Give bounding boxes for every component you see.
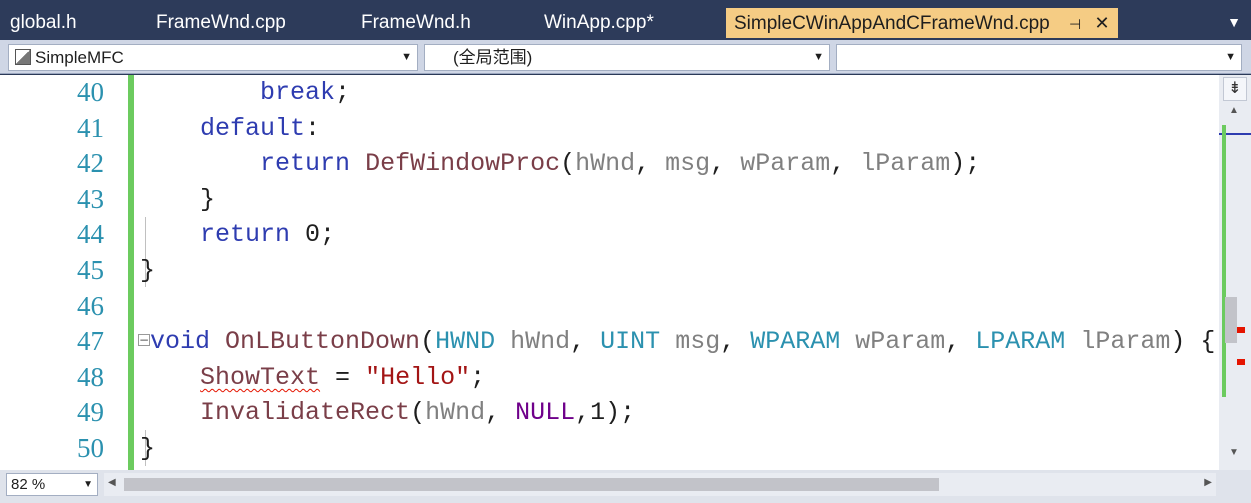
project-dropdown[interactable]: SimpleMFC ▼	[8, 44, 418, 71]
line-number: 48	[77, 361, 104, 392]
member-dropdown[interactable]: ▼	[836, 44, 1242, 71]
tab-label: SimpleCWinAppAndCFrameWnd.cpp	[734, 13, 1050, 34]
vertical-scrollbar[interactable]: ⇟ ▲ ▼	[1219, 75, 1251, 470]
line-number: 50	[77, 433, 104, 463]
tab-label: FrameWnd.cpp	[156, 12, 286, 33]
editor-bottom-bar: 82 % ▼ ◀ ▶	[0, 470, 1251, 503]
close-icon[interactable]: ✕	[1095, 8, 1110, 38]
pin-icon[interactable]: ⊣	[1069, 9, 1081, 39]
line-number: 46	[77, 290, 104, 321]
collapse-icon[interactable]: −	[138, 334, 150, 347]
tab-winapp-cpp[interactable]: WinApp.cpp*	[544, 8, 654, 38]
project-name: SimpleMFC	[35, 48, 124, 67]
tab-global-h[interactable]: global.h	[10, 8, 77, 38]
code-line-41: default:	[200, 113, 321, 143]
document-tab-strip: global.h FrameWnd.cpp FrameWnd.h WinApp.…	[0, 0, 1251, 40]
scrollbar-corner	[1219, 470, 1251, 503]
tab-label: WinApp.cpp*	[544, 12, 654, 33]
horizontal-scrollbar[interactable]: ◀ ▶	[104, 473, 1216, 496]
code-editor[interactable]: 40 41 42 43 44 45 46 47 48 49 50 break; …	[0, 75, 1219, 470]
error-marker	[1237, 327, 1245, 333]
scroll-thumb[interactable]	[1225, 297, 1237, 343]
line-number: 44	[77, 219, 104, 250]
navigation-bar: SimpleMFC ▼ (全局范围) ▼ ▼	[0, 40, 1251, 74]
code-line-44: return 0;	[200, 220, 336, 250]
chevron-down-icon: ▼	[813, 51, 824, 63]
selection-margin[interactable]	[0, 75, 32, 470]
line-number: 47	[77, 326, 104, 357]
error-marker	[1237, 359, 1245, 365]
scope-dropdown[interactable]: (全局范围) ▼	[424, 44, 830, 71]
line-number: 42	[77, 148, 104, 179]
chevron-down-icon: ▼	[401, 51, 412, 63]
chevron-down-icon: ▼	[1225, 51, 1236, 63]
code-line-50: }	[140, 434, 156, 463]
class-icon	[15, 49, 31, 65]
tab-label: FrameWnd.h	[361, 12, 471, 33]
code-area[interactable]: break; default: return DefWindowProc(hWn…	[138, 75, 1220, 470]
code-line-42: return DefWindowProc(hWnd, msg, wParam, …	[260, 149, 981, 179]
code-line-49: InvalidateRect(hWnd, NULL,1);	[200, 398, 636, 428]
chevron-down-icon: ▼	[83, 479, 93, 490]
scroll-right-icon[interactable]: ▶	[1204, 477, 1212, 488]
scope-name: (全局范围)	[453, 48, 533, 67]
code-line-48: ShowText = "Hello";	[200, 362, 486, 392]
tab-label: global.h	[10, 12, 77, 33]
line-number: 41	[77, 112, 104, 143]
zoom-dropdown[interactable]: 82 % ▼	[6, 473, 98, 496]
tab-simplecwinappandcframewnd-cpp[interactable]: SimpleCWinAppAndCFrameWnd.cpp ⊣ ✕	[726, 8, 1118, 38]
zoom-level: 82 %	[11, 476, 46, 493]
line-numbers: 40 41 42 43 44 45 46 47 48 49 50	[32, 75, 106, 470]
scroll-up-icon[interactable]: ▲	[1229, 105, 1239, 116]
change-tracking-bar	[128, 75, 134, 470]
change-marker	[1222, 125, 1226, 397]
code-line-43: }	[140, 184, 216, 214]
tab-framewnd-h[interactable]: FrameWnd.h	[361, 8, 471, 38]
line-number: 40	[77, 77, 104, 107]
scroll-thumb[interactable]	[124, 478, 939, 491]
line-number: 43	[77, 183, 104, 214]
chevron-down-icon[interactable]: ▼	[1227, 14, 1241, 30]
code-line-45: }	[140, 256, 156, 285]
code-line-47: −void OnLButtonDown(HWND hWnd, UINT msg,…	[138, 327, 1216, 357]
scroll-down-icon[interactable]: ▼	[1229, 447, 1239, 458]
split-window-icon[interactable]: ⇟	[1223, 77, 1247, 101]
scroll-left-icon[interactable]: ◀	[108, 477, 116, 488]
tab-framewnd-cpp[interactable]: FrameWnd.cpp	[156, 8, 286, 38]
line-number: 49	[77, 397, 104, 428]
code-line-40: break;	[260, 78, 351, 107]
line-number: 45	[77, 255, 104, 285]
